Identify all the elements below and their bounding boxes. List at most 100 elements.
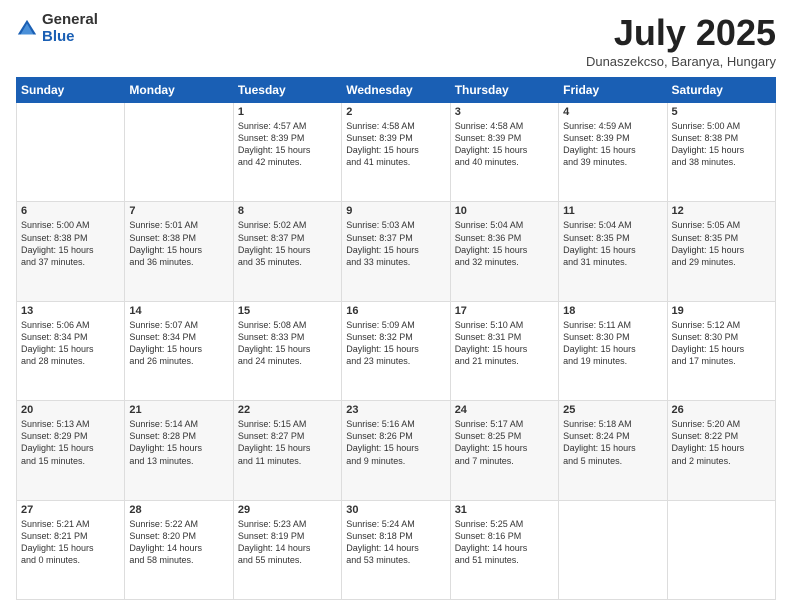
calendar-week-3: 13 Sunrise: 5:06 AM Sunset: 8:34 PM Dayli… [17,301,776,400]
cell-content: Sunrise: 5:10 AM Sunset: 8:31 PM Dayligh… [455,319,554,368]
day-number: 8 [238,205,337,217]
cell-content: Sunrise: 5:00 AM Sunset: 8:38 PM Dayligh… [672,120,771,169]
cell-content: Sunrise: 5:12 AM Sunset: 8:30 PM Dayligh… [672,319,771,368]
day-number: 12 [672,205,771,217]
cell-content: Sunrise: 4:58 AM Sunset: 8:39 PM Dayligh… [346,120,445,169]
day-number: 30 [346,504,445,516]
day-number: 28 [129,504,228,516]
calendar-cell: 20 Sunrise: 5:13 AM Sunset: 8:29 PM Dayli… [17,401,125,500]
calendar-cell: 6 Sunrise: 5:00 AM Sunset: 8:38 PM Daylig… [17,202,125,301]
cell-content: Sunrise: 5:11 AM Sunset: 8:30 PM Dayligh… [563,319,662,368]
cell-content: Sunrise: 4:59 AM Sunset: 8:39 PM Dayligh… [563,120,662,169]
calendar-cell: 12 Sunrise: 5:05 AM Sunset: 8:35 PM Dayli… [667,202,775,301]
cell-content: Sunrise: 5:07 AM Sunset: 8:34 PM Dayligh… [129,319,228,368]
calendar-title: July 2025 [586,12,776,54]
cell-content: Sunrise: 5:05 AM Sunset: 8:35 PM Dayligh… [672,219,771,268]
day-number: 18 [563,305,662,317]
calendar-cell: 23 Sunrise: 5:16 AM Sunset: 8:26 PM Dayli… [342,401,450,500]
cell-content: Sunrise: 4:57 AM Sunset: 8:39 PM Dayligh… [238,120,337,169]
calendar-cell: 26 Sunrise: 5:20 AM Sunset: 8:22 PM Dayli… [667,401,775,500]
calendar-week-4: 20 Sunrise: 5:13 AM Sunset: 8:29 PM Dayli… [17,401,776,500]
calendar-cell: 17 Sunrise: 5:10 AM Sunset: 8:31 PM Dayli… [450,301,558,400]
page: General Blue July 2025 Dunaszekcso, Bara… [0,0,792,612]
cell-content: Sunrise: 5:18 AM Sunset: 8:24 PM Dayligh… [563,418,662,467]
cell-content: Sunrise: 5:04 AM Sunset: 8:36 PM Dayligh… [455,219,554,268]
day-number: 4 [563,106,662,118]
calendar-cell: 4 Sunrise: 4:59 AM Sunset: 8:39 PM Daylig… [559,103,667,202]
cell-content: Sunrise: 5:20 AM Sunset: 8:22 PM Dayligh… [672,418,771,467]
day-number: 31 [455,504,554,516]
calendar-cell: 7Sunrise: 5:01 AM Sunset: 8:38 PM Daylig… [125,202,233,301]
day-number: 15 [238,305,337,317]
calendar-cell: 18 Sunrise: 5:11 AM Sunset: 8:30 PM Dayli… [559,301,667,400]
day-number: 19 [672,305,771,317]
calendar-cell: 29 Sunrise: 5:23 AM Sunset: 8:19 PM Dayli… [233,500,341,599]
calendar-week-1: 1 Sunrise: 4:57 AM Sunset: 8:39 PM Daylig… [17,103,776,202]
day-number: 14 [129,305,228,317]
cell-content: Sunrise: 5:04 AM Sunset: 8:35 PM Dayligh… [563,219,662,268]
cell-content: Sunrise: 5:17 AM Sunset: 8:25 PM Dayligh… [455,418,554,467]
calendar-cell [667,500,775,599]
calendar-cell: 5 Sunrise: 5:00 AM Sunset: 8:38 PM Daylig… [667,103,775,202]
day-number: 22 [238,404,337,416]
calendar-cell: 10Sunrise: 5:04 AM Sunset: 8:36 PM Dayli… [450,202,558,301]
calendar-cell: 30 Sunrise: 5:24 AM Sunset: 8:18 PM Dayli… [342,500,450,599]
calendar-cell: 8 Sunrise: 5:02 AM Sunset: 8:37 PM Daylig… [233,202,341,301]
calendar-cell: 2 Sunrise: 4:58 AM Sunset: 8:39 PM Daylig… [342,103,450,202]
cell-content: Sunrise: 5:03 AM Sunset: 8:37 PM Dayligh… [346,219,445,268]
cell-content: Sunrise: 5:24 AM Sunset: 8:18 PM Dayligh… [346,518,445,567]
header-thursday: Thursday [450,78,558,103]
cell-content: Sunrise: 5:13 AM Sunset: 8:29 PM Dayligh… [21,418,120,467]
cell-content: Sunrise: 5:25 AM Sunset: 8:16 PM Dayligh… [455,518,554,567]
day-number: 5 [672,106,771,118]
day-number: 1 [238,106,337,118]
day-number: 24 [455,404,554,416]
cell-content: Sunrise: 5:23 AM Sunset: 8:19 PM Dayligh… [238,518,337,567]
calendar-cell: 9 Sunrise: 5:03 AM Sunset: 8:37 PM Daylig… [342,202,450,301]
calendar-cell: 1 Sunrise: 4:57 AM Sunset: 8:39 PM Daylig… [233,103,341,202]
calendar-cell: 28Sunrise: 5:22 AM Sunset: 8:20 PM Dayli… [125,500,233,599]
calendar-cell: 22 Sunrise: 5:15 AM Sunset: 8:27 PM Dayli… [233,401,341,500]
calendar-header-row: Sunday Monday Tuesday Wednesday Thursday… [17,78,776,103]
calendar-cell: 19 Sunrise: 5:12 AM Sunset: 8:30 PM Dayli… [667,301,775,400]
header-wednesday: Wednesday [342,78,450,103]
header-sunday: Sunday [17,78,125,103]
calendar-cell: 15Sunrise: 5:08 AM Sunset: 8:33 PM Dayli… [233,301,341,400]
day-number: 7 [129,205,228,217]
header-saturday: Saturday [667,78,775,103]
cell-content: Sunrise: 5:14 AM Sunset: 8:28 PM Dayligh… [129,418,228,467]
calendar-cell: 27Sunrise: 5:21 AM Sunset: 8:21 PM Dayli… [17,500,125,599]
calendar-location: Dunaszekcso, Baranya, Hungary [586,54,776,69]
header: General Blue July 2025 Dunaszekcso, Bara… [16,12,776,69]
cell-content: Sunrise: 5:02 AM Sunset: 8:37 PM Dayligh… [238,219,337,268]
header-monday: Monday [125,78,233,103]
day-number: 2 [346,106,445,118]
calendar-cell [17,103,125,202]
day-number: 11 [563,205,662,217]
calendar-cell [559,500,667,599]
day-number: 29 [238,504,337,516]
cell-content: Sunrise: 4:58 AM Sunset: 8:39 PM Dayligh… [455,120,554,169]
day-number: 26 [672,404,771,416]
logo-icon [16,18,38,40]
cell-content: Sunrise: 5:16 AM Sunset: 8:26 PM Dayligh… [346,418,445,467]
cell-content: Sunrise: 5:06 AM Sunset: 8:34 PM Dayligh… [21,319,120,368]
calendar-cell: 25 Sunrise: 5:18 AM Sunset: 8:24 PM Dayli… [559,401,667,500]
calendar-table: Sunday Monday Tuesday Wednesday Thursday… [16,77,776,600]
day-number: 21 [129,404,228,416]
header-tuesday: Tuesday [233,78,341,103]
day-number: 13 [21,305,120,317]
day-number: 3 [455,106,554,118]
calendar-week-5: 27Sunrise: 5:21 AM Sunset: 8:21 PM Dayli… [17,500,776,599]
cell-content: Sunrise: 5:15 AM Sunset: 8:27 PM Dayligh… [238,418,337,467]
day-number: 20 [21,404,120,416]
calendar-cell: 16Sunrise: 5:09 AM Sunset: 8:32 PM Dayli… [342,301,450,400]
day-number: 9 [346,205,445,217]
day-number: 25 [563,404,662,416]
day-number: 23 [346,404,445,416]
calendar-cell: 14 Sunrise: 5:07 AM Sunset: 8:34 PM Dayli… [125,301,233,400]
cell-content: Sunrise: 5:00 AM Sunset: 8:38 PM Dayligh… [21,219,120,268]
day-number: 17 [455,305,554,317]
day-number: 6 [21,205,120,217]
calendar-cell: 21 Sunrise: 5:14 AM Sunset: 8:28 PM Dayli… [125,401,233,500]
